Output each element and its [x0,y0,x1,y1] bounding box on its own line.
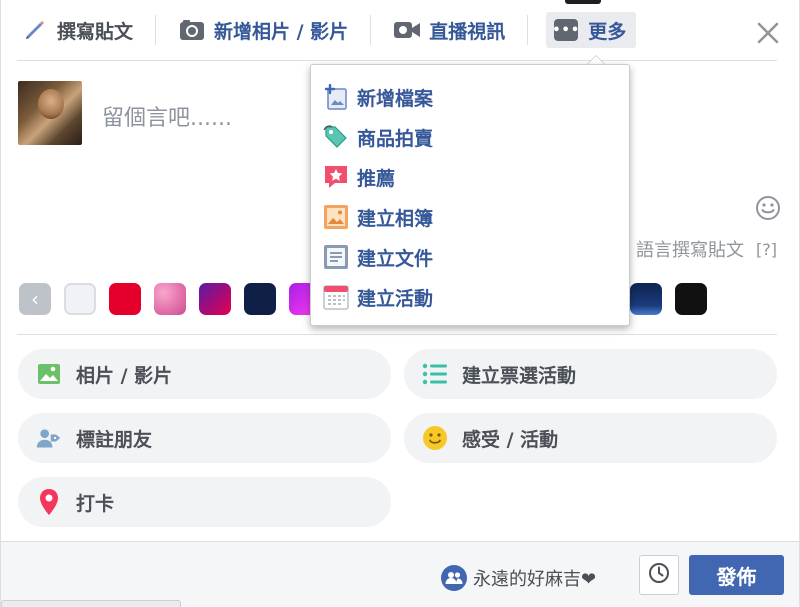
close-icon[interactable] [757,22,779,44]
tab-divider [17,60,777,61]
tag-friend-icon [36,425,62,451]
friends-group-icon [441,565,467,591]
smiley-icon [422,425,448,451]
swatch[interactable] [199,283,231,315]
check-in-button[interactable]: 打卡 [18,477,391,527]
chevron-left-icon[interactable]: ‹ [19,283,51,315]
menu-item-label: 建立文件 [357,247,434,270]
swatch[interactable] [109,283,141,315]
help-link[interactable]: [?] [756,240,777,259]
menu-item-create-album[interactable]: 建立相簿 [311,197,629,237]
add-photo-video-button[interactable]: 相片 / 影片 [18,349,391,399]
poll-list-icon [422,361,448,387]
composer-footer [1,541,799,607]
location-pin-icon [36,489,62,515]
menu-item-sell-product[interactable]: 商品拍賣 [311,117,629,157]
audience-selector[interactable]: 永遠的好麻吉❤ [441,565,596,591]
write-other-language[interactable]: 語言撰寫貼文 [?] [636,236,777,262]
tab-separator [527,15,529,45]
price-tag-icon [323,124,349,150]
action-label: 標註朋友 [76,428,153,451]
write-other-language-label: 語言撰寫貼文 [636,240,745,261]
post-button[interactable]: 發佈 [689,555,784,595]
star-recommend-icon [323,164,349,190]
tab-label: 新增相片 / 影片 [214,20,349,43]
swatch-plain[interactable] [64,283,96,315]
action-label: 感受 / 活動 [462,428,559,451]
video-camera-icon [393,16,421,44]
tab-label: 更多 [588,20,627,43]
pencil-icon [21,16,49,44]
tab-write-post[interactable]: 撰寫貼文 [17,12,137,48]
feeling-activity-button[interactable]: 感受 / 活動 [404,413,777,463]
background-swatches: ‹ [19,283,321,315]
menu-item-recommend[interactable]: 推薦 [311,157,629,197]
tab-separator [155,15,157,45]
document-icon [323,244,349,270]
calendar-event-icon [323,284,349,310]
tag-friends-button[interactable]: 標註朋友 [18,413,391,463]
tab-label: 直播視訊 [429,20,506,43]
camera-icon [178,16,206,44]
tab-live-video[interactable]: 直播視訊 [389,12,509,48]
swatch[interactable] [244,283,276,315]
add-file-icon [323,84,349,110]
action-label: 打卡 [76,492,115,515]
post-composer: 撰寫貼文 新增相片 / 影片 直播視訊 ••• 更多 留個言吧...... 語言… [0,0,800,607]
schedule-button[interactable] [639,555,679,595]
menu-item-create-event[interactable]: 建立活動 [311,277,629,317]
swatch[interactable] [675,283,707,315]
menu-item-label: 推薦 [357,167,396,190]
more-dots-icon: ••• [552,16,580,44]
menu-item-label: 建立活動 [357,287,434,310]
avatar [18,81,82,145]
menu-item-label: 建立相簿 [357,207,434,230]
post-text-input[interactable]: 留個言吧...... [102,100,232,132]
tab-more[interactable]: ••• 更多 [546,12,637,48]
tab-add-photo-video[interactable]: 新增相片 / 影片 [174,12,352,48]
chat-tab-edge [1,600,181,607]
clock-icon [648,562,670,588]
menu-item-label: 新增檔案 [357,87,434,110]
audience-label: 永遠的好麻吉❤ [473,569,597,590]
action-label: 相片 / 影片 [76,364,173,387]
more-options-menu: 新增檔案 商品拍賣 推薦 建立相簿 建立文件 建立活動 [310,64,630,326]
composer-tab-bar: 撰寫貼文 新增相片 / 影片 直播視訊 ••• 更多 [1,0,799,60]
section-divider [17,334,777,335]
swatch[interactable] [630,283,662,315]
photo-icon [36,361,62,387]
swatch[interactable] [154,283,186,315]
tab-separator [370,15,372,45]
emoji-icon[interactable] [755,195,781,221]
menu-item-label: 商品拍賣 [357,127,434,150]
menu-item-add-file[interactable]: 新增檔案 [311,77,629,117]
menu-item-create-note[interactable]: 建立文件 [311,237,629,277]
photo-album-icon [323,204,349,230]
tooltip-edge [565,0,601,4]
create-poll-button[interactable]: 建立票選活動 [404,349,777,399]
tab-label: 撰寫貼文 [57,20,134,43]
action-label: 建立票選活動 [462,364,577,387]
